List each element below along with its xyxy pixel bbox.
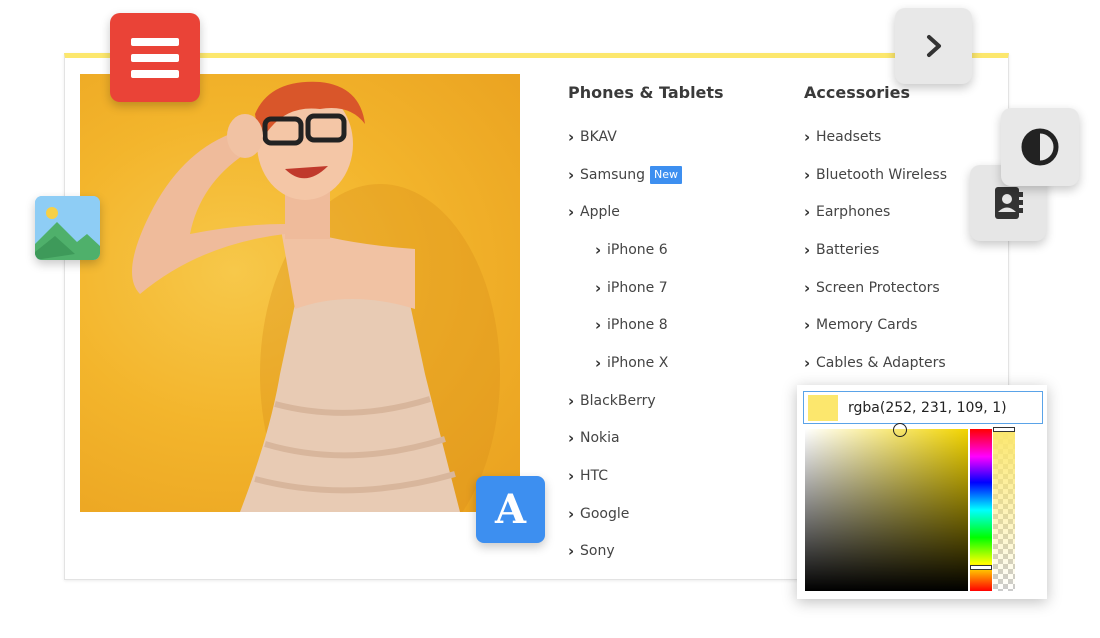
menu-item-iphone-7[interactable]: › iPhone 7 (568, 269, 724, 307)
menu-item-batteries[interactable]: › Batteries (804, 231, 947, 269)
menu-item-earphones[interactable]: › Earphones (804, 193, 947, 231)
menu-item-label: Sony (580, 543, 615, 560)
menu-item-bkav[interactable]: › BKAV (568, 118, 724, 156)
chevron-right-icon: › (595, 240, 602, 259)
color-value-field[interactable]: rgba(252, 231, 109, 1) (803, 391, 1043, 424)
menu-item-iphone-6[interactable]: › iPhone 6 (568, 231, 724, 269)
menu-item-label: iPhone X (607, 354, 669, 371)
menu-item-iphone-8[interactable]: › iPhone 8 (568, 306, 724, 344)
font-letter-icon: A (494, 486, 527, 533)
color-swatch (808, 394, 838, 421)
menu-item-bluetooth-wireless[interactable]: › Bluetooth Wireless (804, 156, 947, 194)
menu-item-label: Bluetooth Wireless (816, 166, 947, 183)
menu-item-apple[interactable]: › Apple (568, 193, 724, 231)
color-value-text[interactable]: rgba(252, 231, 109, 1) (848, 400, 1007, 416)
menu-tool-button[interactable] (110, 13, 200, 102)
menu-item-label: Memory Cards (816, 317, 918, 334)
menu-item-label: Apple (580, 204, 620, 221)
promo-photo (80, 74, 520, 512)
accessories-title: Accessories (804, 83, 910, 102)
chevron-right-icon: › (804, 165, 811, 184)
next-tool-button[interactable] (895, 8, 972, 84)
phones-tablets-column: Phones & Tablets › BKAV › Samsung New › Apple ›… (568, 82, 724, 570)
menu-item-label: iPhone 8 (607, 317, 668, 334)
chevron-right-icon: › (568, 391, 575, 410)
woman-with-glasses-illustration (132, 81, 500, 512)
chevron-right-icon: › (568, 165, 575, 184)
chevron-right-icon: › (595, 353, 602, 372)
menu-item-label: Screen Protectors (816, 279, 940, 296)
color-picker[interactable]: rgba(252, 231, 109, 1) (797, 385, 1047, 599)
hue-slider-handle[interactable] (970, 565, 992, 570)
menu-item-screen-protectors[interactable]: › Screen Protectors (804, 269, 947, 307)
menu-item-blackberry[interactable]: › BlackBerry (568, 382, 724, 420)
menu-item-memory-cards[interactable]: › Memory Cards (804, 306, 947, 344)
contrast-tool-button[interactable] (1001, 108, 1079, 186)
chevron-right-icon: › (804, 203, 811, 222)
menu-item-label: iPhone 7 (607, 279, 668, 296)
alpha-slider[interactable] (993, 427, 1015, 591)
menu-item-label: iPhone 6 (607, 241, 668, 258)
hue-slider[interactable] (970, 429, 992, 591)
menu-item-samsung[interactable]: › Samsung New (568, 156, 724, 194)
menu-item-label: BlackBerry (580, 392, 656, 409)
chevron-right-icon (926, 35, 941, 57)
chevron-right-icon: › (568, 504, 575, 523)
font-tool-button[interactable]: A (476, 476, 545, 543)
menu-item-label: Headsets (816, 128, 882, 145)
menu-item-sony[interactable]: › Sony (568, 533, 724, 571)
menu-item-label: Batteries (816, 241, 880, 258)
chevron-right-icon: › (568, 542, 575, 561)
menu-item-iphone-x[interactable]: › iPhone X (568, 344, 724, 382)
menu-item-nokia[interactable]: › Nokia (568, 420, 724, 458)
chevron-right-icon: › (568, 203, 575, 222)
accessories-list: › Headsets › Bluetooth Wireless › Earphones › B… (804, 118, 947, 382)
chevron-right-icon: › (568, 127, 575, 146)
chevron-right-icon: › (804, 278, 811, 297)
menu-item-label: Earphones (816, 204, 891, 221)
menu-item-label: BKAV (580, 128, 617, 145)
alpha-slider-handle[interactable] (993, 427, 1015, 432)
chevron-right-icon: › (804, 240, 811, 259)
menu-item-htc[interactable]: › HTC (568, 457, 724, 495)
contrast-icon (1021, 128, 1059, 166)
menu-item-label: Samsung (580, 166, 646, 183)
saturation-value-area[interactable] (805, 423, 968, 591)
menu-item-headsets[interactable]: › Headsets (804, 118, 947, 156)
new-badge: New (650, 165, 683, 184)
menu-item-label: Nokia (580, 430, 620, 447)
accessories-column: Accessories › Headsets › Bluetooth Wireless… (804, 82, 947, 382)
menu-item-label: Google (580, 505, 630, 522)
chevron-right-icon: › (595, 316, 602, 335)
chevron-right-icon: › (568, 429, 575, 448)
menu-item-google[interactable]: › Google (568, 495, 724, 533)
image-icon (35, 196, 100, 260)
hamburger-menu-icon (131, 37, 179, 78)
phones-tablets-list: › BKAV › Samsung New › Apple › iPhone 6 › iPhone 7… (568, 118, 724, 570)
menu-item-label: Cables & Adapters (816, 354, 946, 371)
chevron-right-icon: › (804, 316, 811, 335)
contact-book-icon (995, 187, 1023, 219)
image-tool-button[interactable] (35, 196, 100, 260)
chevron-right-icon: › (595, 278, 602, 297)
chevron-right-icon: › (804, 353, 811, 372)
phones-tablets-title: Phones & Tablets (568, 83, 724, 102)
menu-item-label: HTC (580, 468, 609, 485)
chevron-right-icon: › (804, 127, 811, 146)
chevron-right-icon: › (568, 467, 575, 486)
menu-item-cables-adapters[interactable]: › Cables & Adapters (804, 344, 947, 382)
saturation-cursor[interactable] (893, 423, 907, 437)
